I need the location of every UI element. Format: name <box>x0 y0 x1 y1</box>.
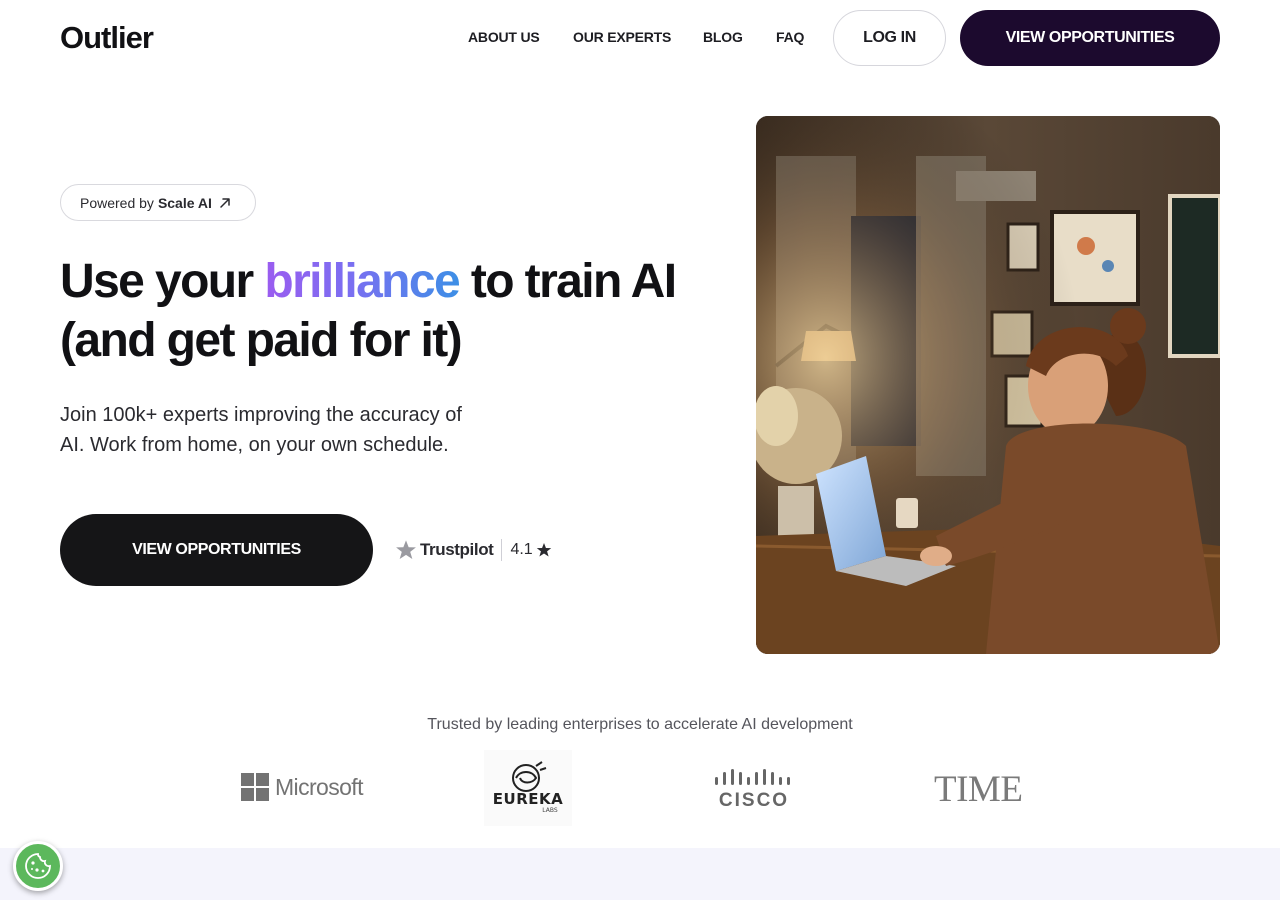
eureka-labs-logo: EUREKA LABS <box>484 750 572 826</box>
headline-part-1: Use your <box>60 255 265 308</box>
hero-view-opportunities-button[interactable]: VIEW OPPORTUNITIES <box>60 514 373 586</box>
hero-photo <box>756 116 1220 654</box>
trustpilot-name: Trustpilot <box>420 540 494 559</box>
header-view-opportunities-button[interactable]: VIEW OPPORTUNITIES <box>960 10 1220 66</box>
headline-highlight: brilliance <box>264 255 460 308</box>
star-icon <box>536 543 551 557</box>
microsoft-wordmark: Microsoft <box>275 773 364 800</box>
outlier-logo[interactable]: Outlier <box>60 20 154 56</box>
powered-by-scale-badge[interactable]: Powered by Scale AI <box>60 184 256 221</box>
nav-our-experts[interactable]: OUR EXPERTS <box>573 29 671 45</box>
trusted-caption: Trusted by leading enterprises to accele… <box>427 716 853 733</box>
site-header: Outlier ABOUT US OUR EXPERTS BLOG FAQ LO… <box>0 0 1280 76</box>
login-button[interactable]: LOG IN <box>833 10 946 66</box>
hero-subtext: Join 100k+ experts improving the accurac… <box>60 404 462 456</box>
divider <box>501 539 503 561</box>
time-logo: TIME <box>934 769 1023 810</box>
microsoft-logo: Microsoft <box>241 772 364 802</box>
cisco-logo: CISCO <box>712 766 794 811</box>
eureka-labs-sub: LABS <box>542 807 558 814</box>
trustpilot-score: 4.1 <box>510 541 533 558</box>
star-icon <box>396 540 416 559</box>
microsoft-grid-icon <box>241 773 269 801</box>
nav-about-us[interactable]: ABOUT US <box>468 29 540 45</box>
trustpilot-rating[interactable]: Trustpilot 4.1 <box>395 535 552 565</box>
eureka-wordmark: EUREKA <box>493 790 563 808</box>
cookie-icon <box>25 853 51 879</box>
powered-by-prefix: Powered by <box>80 194 154 211</box>
cisco-bars-icon: CISCO <box>715 769 790 811</box>
cisco-wordmark: CISCO <box>719 790 789 810</box>
eureka-emblem-icon: EUREKA LABS <box>493 761 563 814</box>
powered-by-brand: Scale AI <box>157 194 212 211</box>
hero-photo-illustration <box>756 116 1220 654</box>
next-section-band <box>0 848 1280 900</box>
arrow-up-right-icon <box>220 197 230 208</box>
hero-headline: Use your brilliance to train AI (and get… <box>60 252 680 370</box>
cookie-settings-button[interactable] <box>13 841 63 891</box>
nav-blog[interactable]: BLOG <box>703 29 743 45</box>
nav-faq[interactable]: FAQ <box>776 29 804 45</box>
